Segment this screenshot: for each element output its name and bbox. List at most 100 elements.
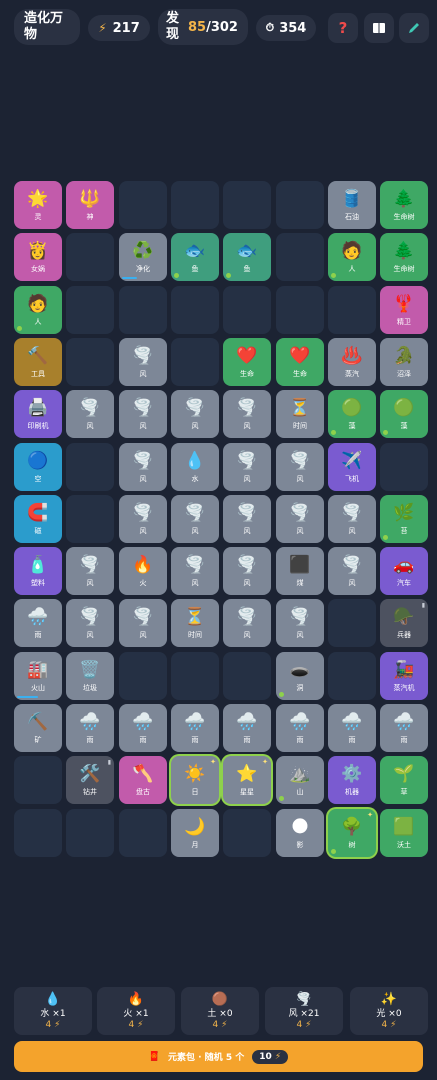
element-tile[interactable]: 🌪️ 风 (171, 547, 219, 595)
element-tile[interactable]: 🚗 汽车 (380, 547, 428, 595)
empty-slot[interactable] (66, 233, 114, 281)
element-tile[interactable]: 🌙 月 (171, 809, 219, 857)
element-tile[interactable]: 🕳️ 洞 (276, 652, 324, 700)
element-tile[interactable]: 🟩 沃土 (380, 809, 428, 857)
empty-slot[interactable] (276, 233, 324, 281)
element-tile[interactable]: 🔨 工具 (14, 338, 62, 386)
element-tile[interactable]: 🌪️ 风 (276, 495, 324, 543)
element-tile[interactable]: 🌧️ 雨 (66, 704, 114, 752)
element-tile[interactable]: ☀️ 日 ✦ (171, 756, 219, 804)
element-tile[interactable]: ❤️ 生命 (223, 338, 271, 386)
element-tile[interactable]: ⏳ 时间 (276, 390, 324, 438)
empty-slot[interactable] (328, 599, 376, 647)
element-tile[interactable]: 🌧️ 雨 (171, 704, 219, 752)
empty-slot[interactable] (223, 652, 271, 700)
element-tile[interactable]: ⬛ 煤 (276, 547, 324, 595)
element-tile[interactable]: 🐟 鱼 (171, 233, 219, 281)
empty-slot[interactable] (119, 652, 167, 700)
element-tile[interactable]: 🐊 沼泽 (380, 338, 428, 386)
empty-slot[interactable] (380, 443, 428, 491)
element-pack-button[interactable]: 🧧 元素包 · 随机 5 个 10 ⚡ (14, 1041, 423, 1072)
element-tile[interactable]: 🧲 磁 (14, 495, 62, 543)
element-tile[interactable]: 🦞 精卫 (380, 286, 428, 334)
element-tile[interactable]: 🌪️ 风 (119, 338, 167, 386)
element-tile[interactable]: 🌲 生命树 (380, 233, 428, 281)
empty-slot[interactable] (14, 809, 62, 857)
empty-slot[interactable] (223, 181, 271, 229)
empty-slot[interactable] (276, 181, 324, 229)
element-tile[interactable]: 🌪️ 风 (66, 390, 114, 438)
edit-button[interactable] (399, 13, 429, 43)
element-tile[interactable]: 🌪️ 风 (328, 495, 376, 543)
element-tile[interactable]: 🌱 草 (380, 756, 428, 804)
element-tile[interactable]: 🔵 空 (14, 443, 62, 491)
tray-element-button[interactable]: 💧 水 ×1 4 ⚡ (14, 987, 92, 1035)
empty-slot[interactable] (66, 286, 114, 334)
element-tile[interactable]: ⛏️ 矿 (14, 704, 62, 752)
empty-slot[interactable] (171, 338, 219, 386)
empty-slot[interactable] (171, 181, 219, 229)
element-tile[interactable]: 🪖 兵器 ▮ (380, 599, 428, 647)
encyclopedia-button[interactable] (364, 13, 394, 43)
empty-slot[interactable] (223, 809, 271, 857)
element-tile[interactable]: 🌧️ 雨 (14, 599, 62, 647)
element-tile[interactable]: 🌪️ 风 (119, 390, 167, 438)
empty-slot[interactable] (328, 286, 376, 334)
element-tile[interactable]: 🌲 生命树 (380, 181, 428, 229)
element-tile[interactable]: 🌪️ 风 (119, 495, 167, 543)
element-tile[interactable]: 🪓 盘古 (119, 756, 167, 804)
element-tile[interactable]: 🗑️ 垃圾 (66, 652, 114, 700)
element-tile[interactable]: 🌪️ 风 (223, 443, 271, 491)
element-tile[interactable]: 🌪️ 风 (223, 390, 271, 438)
element-tile[interactable]: 🌳 树 ✦ (328, 809, 376, 857)
empty-slot[interactable] (66, 338, 114, 386)
element-tile[interactable]: 🌿 苔 (380, 495, 428, 543)
empty-slot[interactable] (276, 286, 324, 334)
empty-slot[interactable] (119, 286, 167, 334)
empty-slot[interactable] (119, 809, 167, 857)
empty-slot[interactable] (328, 652, 376, 700)
empty-slot[interactable] (223, 286, 271, 334)
element-tile[interactable]: 🌧️ 雨 (276, 704, 324, 752)
element-tile[interactable]: 🌪️ 风 (223, 547, 271, 595)
tray-element-button[interactable]: ✨ 光 ×0 4 ⚡ (350, 987, 428, 1035)
tray-element-button[interactable]: 🟤 土 ×0 4 ⚡ (181, 987, 259, 1035)
element-tile[interactable]: 🌪️ 风 (171, 495, 219, 543)
element-tile[interactable]: ⭐ 星星 ✦ (223, 756, 271, 804)
help-button[interactable]: ? (328, 13, 358, 43)
element-tile[interactable]: 🌧️ 雨 (223, 704, 271, 752)
element-tile[interactable]: 🟢 藻 (328, 390, 376, 438)
element-tile[interactable]: 🌪️ 风 (223, 599, 271, 647)
element-tile[interactable]: ⚙️ 机器 (328, 756, 376, 804)
element-tile[interactable]: ❤️ 生命 (276, 338, 324, 386)
tray-element-button[interactable]: 🌪️ 风 ×21 4 ⚡ (265, 987, 343, 1035)
element-tile[interactable]: 🧑 人 (328, 233, 376, 281)
element-tile[interactable]: ✈️ 飞机 (328, 443, 376, 491)
element-tile[interactable]: 🌧️ 雨 (380, 704, 428, 752)
element-tile[interactable]: ♻️ 净化 (119, 233, 167, 281)
element-tile[interactable]: 🌪️ 风 (171, 390, 219, 438)
element-tile[interactable]: 🌪️ 风 (66, 547, 114, 595)
element-tile[interactable]: 🌪️ 风 (119, 599, 167, 647)
element-tile[interactable]: 🌪️ 风 (276, 599, 324, 647)
element-tile[interactable]: 🐟 鱼 (223, 233, 271, 281)
element-tile[interactable]: ⏳ 时间 (171, 599, 219, 647)
element-tile[interactable]: 🟢 藻 (380, 390, 428, 438)
element-tile[interactable]: 🧴 塑料 (14, 547, 62, 595)
element-tile[interactable]: ♨️ 蒸汽 (328, 338, 376, 386)
empty-slot[interactable] (14, 756, 62, 804)
element-tile[interactable]: 🌧️ 雨 (119, 704, 167, 752)
element-tile[interactable]: 🧑 人 (14, 286, 62, 334)
empty-slot[interactable] (66, 495, 114, 543)
element-tile[interactable]: 🖨️ 印刷机 (14, 390, 62, 438)
empty-slot[interactable] (66, 443, 114, 491)
element-tile[interactable]: 🔥 火 (119, 547, 167, 595)
tray-element-button[interactable]: 🔥 火 ×1 4 ⚡ (97, 987, 175, 1035)
element-tile[interactable]: 🌟 灵 (14, 181, 62, 229)
element-tile[interactable]: 🚂 蒸汽机 (380, 652, 428, 700)
empty-slot[interactable] (171, 652, 219, 700)
empty-slot[interactable] (119, 181, 167, 229)
empty-slot[interactable] (66, 809, 114, 857)
element-tile[interactable]: 🛠️ 钻井 ▮ (66, 756, 114, 804)
element-tile[interactable]: 🌪️ 风 (119, 443, 167, 491)
